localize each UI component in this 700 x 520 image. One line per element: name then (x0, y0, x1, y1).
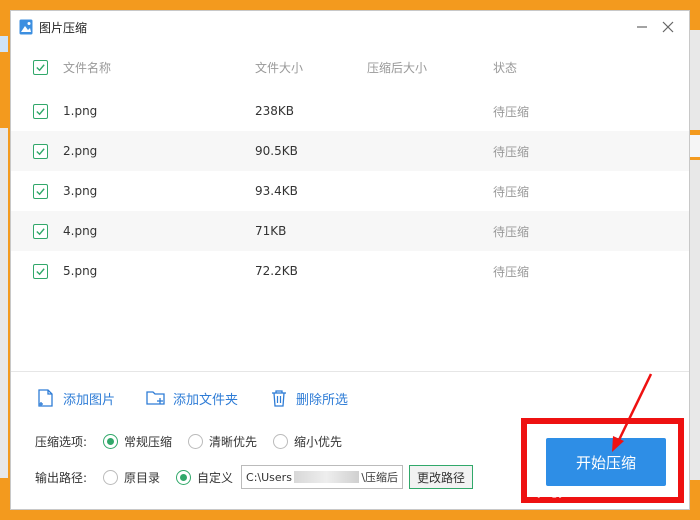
minimize-icon (637, 26, 647, 28)
row-checkbox[interactable] (33, 183, 48, 199)
add-folder-icon (146, 391, 165, 405)
minimize-button[interactable] (629, 14, 655, 40)
status-text: 待压缩 (493, 104, 530, 119)
radio-clarity-first[interactable]: 清晰优先 (188, 433, 257, 450)
check-icon (36, 147, 45, 155)
radio-normal-compress-label: 常规压缩 (124, 435, 173, 449)
radio-normal-compress[interactable]: 常规压缩 (103, 433, 172, 450)
path-suffix: \压缩后 (361, 471, 399, 484)
check-icon (36, 187, 45, 195)
check-icon (36, 63, 45, 71)
output-path-field[interactable]: C:\Users \压缩后 (241, 465, 404, 489)
radio-selected-icon (103, 434, 118, 449)
status-text: 待压缩 (493, 144, 530, 159)
check-icon (36, 227, 45, 235)
add-image-icon (38, 389, 53, 407)
row-checkbox[interactable] (33, 103, 48, 119)
table-row[interactable]: 4.png 71KB 待压缩 (11, 211, 689, 251)
output-path-label: 输出路径: (35, 470, 88, 485)
window-title: 图片压缩 (39, 20, 88, 35)
header-status[interactable]: 状态 (493, 59, 643, 76)
background-window-edge-left (0, 0, 10, 520)
radio-custom-dir[interactable]: 自定义 (176, 469, 233, 486)
add-image-button[interactable]: 添加图片 (35, 387, 115, 409)
file-table: 文件名称 文件大小 压缩后大小 状态 1.png 238KB 待压缩 2.png… (11, 43, 689, 291)
status-text: 待压缩 (493, 224, 530, 239)
add-folder-label: 添加文件夹 (173, 392, 239, 408)
file-size: 72.2KB (255, 264, 298, 278)
compress-options-label: 压缩选项: (35, 435, 88, 449)
header-file-size[interactable]: 文件大小 (255, 59, 367, 76)
close-icon (662, 21, 674, 33)
change-path-button[interactable]: 更改路径 (409, 465, 474, 489)
divider (11, 371, 689, 372)
radio-smaller-first[interactable]: 缩小优先 (273, 433, 342, 450)
check-icon (36, 107, 45, 115)
select-all-checkbox[interactable] (33, 59, 48, 75)
table-row[interactable]: 1.png 238KB 待压缩 (11, 91, 689, 131)
blurred-path-segment (293, 471, 360, 483)
image-app-icon (19, 19, 33, 35)
table-header: 文件名称 文件大小 压缩后大小 状态 (11, 43, 689, 91)
output-path-row: 输出路径: 原目录 自定义 C:\Users \压缩后 更改路径 (35, 465, 474, 489)
table-row[interactable]: 2.png 90.5KB 待压缩 (11, 131, 689, 171)
row-checkbox[interactable] (33, 263, 48, 279)
delete-selected-button[interactable]: 删除所选 (268, 387, 348, 409)
file-name: 5.png (63, 264, 98, 278)
status-text: 待压缩 (493, 184, 530, 199)
row-checkbox[interactable] (33, 143, 48, 159)
radio-smaller-first-label: 缩小优先 (294, 435, 343, 449)
file-size: 93.4KB (255, 184, 298, 198)
header-file-name[interactable]: 文件名称 (63, 59, 255, 76)
file-size: 90.5KB (255, 144, 298, 158)
table-row[interactable]: 3.png 93.4KB 待压缩 (11, 171, 689, 211)
close-button[interactable] (655, 14, 681, 40)
path-prefix: C:\Users (246, 470, 292, 484)
radio-empty-icon (103, 469, 118, 485)
status-text: 待压缩 (493, 264, 530, 279)
radio-clarity-first-label: 清晰优先 (209, 435, 258, 449)
table-row[interactable]: 5.png 72.2KB 待压缩 (11, 251, 689, 291)
trash-icon (272, 390, 287, 407)
file-name: 3.png (63, 184, 98, 198)
header-compressed-size[interactable]: 压缩后大小 (367, 59, 493, 76)
radio-original-dir[interactable]: 原目录 (103, 469, 160, 486)
file-name: 4.png (63, 224, 98, 238)
file-size: 238KB (255, 104, 295, 118)
check-icon (36, 267, 45, 275)
delete-selected-label: 删除所选 (296, 392, 349, 408)
radio-custom-dir-label: 自定义 (197, 470, 234, 485)
add-folder-button[interactable]: 添加文件夹 (145, 387, 238, 409)
row-checkbox[interactable] (33, 223, 48, 239)
file-toolbar: 添加图片 添加文件夹 删除所选 (35, 387, 378, 409)
title-bar: 图片压缩 (11, 11, 689, 43)
watermark-text: jingyan.baidu.com (538, 486, 640, 499)
add-image-label: 添加图片 (63, 392, 116, 408)
radio-empty-icon (188, 434, 204, 449)
file-size: 71KB (255, 224, 287, 238)
radio-original-dir-label: 原目录 (124, 470, 161, 485)
file-name: 1.png (63, 104, 98, 118)
radio-empty-icon (273, 434, 289, 449)
compress-options-row: 压缩选项: 常规压缩 清晰优先 缩小优先 (35, 433, 358, 450)
file-name: 2.png (63, 144, 98, 158)
radio-selected-icon (176, 469, 192, 485)
